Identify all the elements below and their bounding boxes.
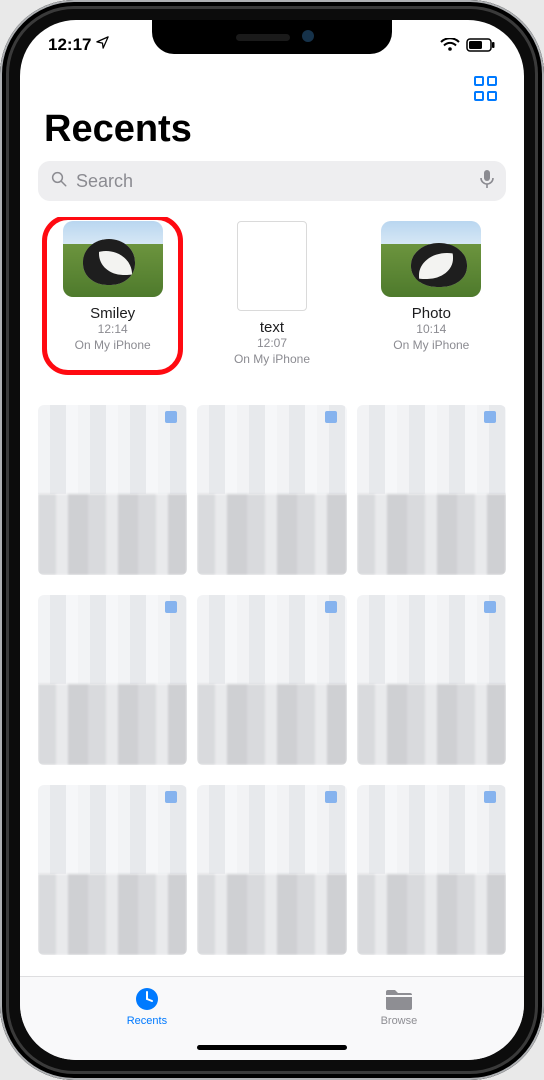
tab-bar: Recents Browse [20, 976, 524, 1060]
nav-toolbar [20, 70, 524, 106]
file-item-smiley[interactable]: Smiley 12:14 On My iPhone [38, 217, 187, 379]
tab-recents[interactable]: Recents [127, 985, 167, 1027]
file-name: Smiley [90, 305, 135, 322]
dictate-icon[interactable] [480, 169, 494, 194]
redacted-item [38, 405, 187, 575]
iphone-frame: 12:17 Recents [0, 0, 544, 1080]
file-grid: Smiley 12:14 On My iPhone text 12:07 On … [38, 217, 506, 379]
file-time: 12:07 [257, 336, 287, 352]
file-time: 10:14 [416, 322, 446, 338]
tab-label: Recents [127, 1015, 167, 1027]
redacted-item [38, 595, 187, 765]
content-area[interactable]: Smiley 12:14 On My iPhone text 12:07 On … [20, 217, 524, 976]
search-icon [50, 170, 68, 193]
file-item-text[interactable]: text 12:07 On My iPhone [197, 217, 346, 379]
file-item-photo[interactable]: Photo 10:14 On My iPhone [357, 217, 506, 379]
search-input[interactable] [76, 171, 472, 192]
redacted-item [197, 405, 346, 575]
file-thumbnail [63, 221, 163, 297]
view-mode-button[interactable] [474, 76, 500, 102]
file-location: On My iPhone [234, 352, 310, 368]
home-indicator[interactable] [197, 1045, 347, 1050]
file-name: Photo [412, 305, 451, 322]
battery-icon [466, 38, 496, 52]
tab-browse[interactable]: Browse [381, 985, 418, 1027]
file-location: On My iPhone [75, 338, 151, 354]
redacted-item [38, 785, 187, 955]
tab-label: Browse [381, 1015, 418, 1027]
redacted-item [357, 785, 506, 955]
search-field[interactable] [38, 161, 506, 201]
redacted-item [197, 595, 346, 765]
page-title: Recents [20, 106, 524, 161]
redacted-item [357, 405, 506, 575]
file-location: On My iPhone [393, 338, 469, 354]
screen: 12:17 Recents [20, 20, 524, 1060]
location-icon [95, 35, 110, 55]
clock-icon [132, 985, 162, 1013]
wifi-icon [440, 38, 460, 52]
file-thumbnail [381, 221, 481, 297]
file-name: text [260, 319, 284, 336]
redacted-item [197, 785, 346, 955]
redacted-item [357, 595, 506, 765]
folder-icon [384, 985, 414, 1013]
file-thumbnail [237, 221, 307, 311]
notch [152, 20, 392, 54]
file-time: 12:14 [98, 322, 128, 338]
redacted-grid [38, 405, 506, 955]
status-time: 12:17 [48, 35, 91, 55]
